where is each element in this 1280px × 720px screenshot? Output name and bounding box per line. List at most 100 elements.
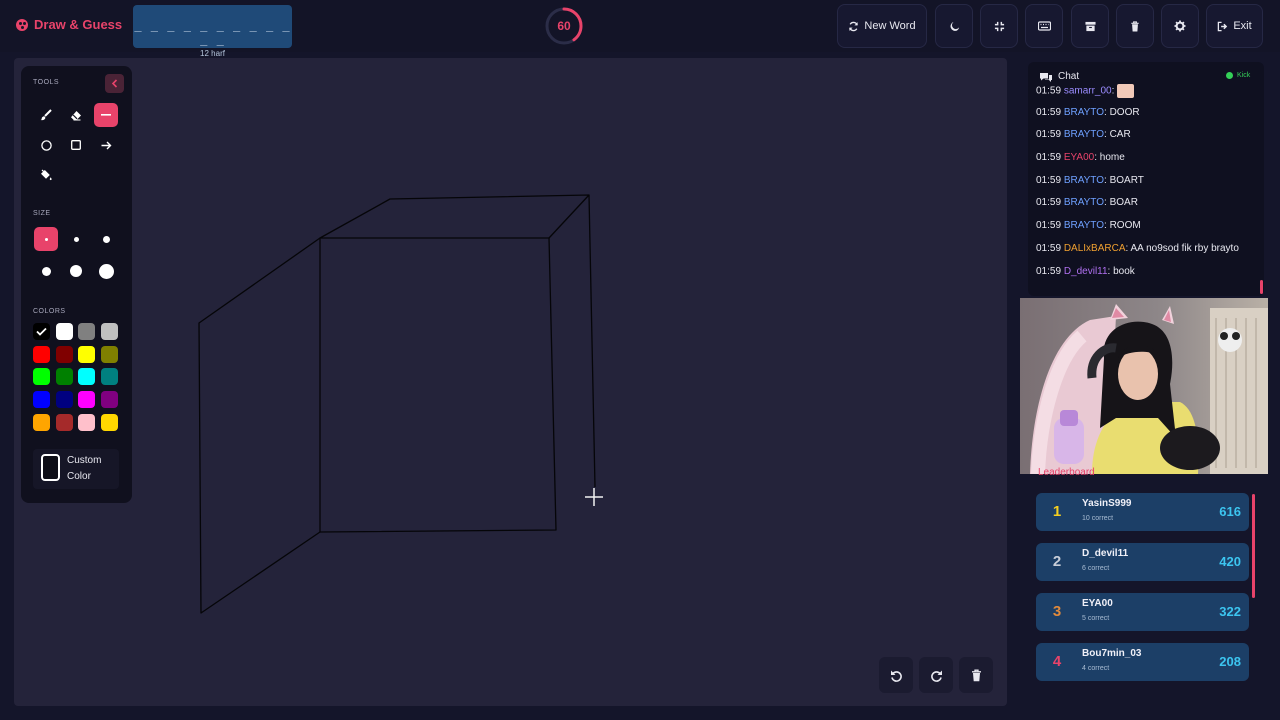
word-display: _ _ _ _ _ _ _ _ _ _ _ _ 12 harf xyxy=(133,5,292,58)
line-tool[interactable] xyxy=(94,103,118,127)
clear-all-button[interactable] xyxy=(1116,4,1154,48)
player-name: EYA00 xyxy=(1082,598,1113,609)
webcam-overlay xyxy=(1020,298,1268,474)
message-time: 01:59 xyxy=(1036,174,1062,186)
message-user[interactable]: BRAYTO xyxy=(1064,107,1104,118)
compress-icon xyxy=(994,21,1004,31)
settings-button[interactable] xyxy=(1161,4,1199,48)
archive-button[interactable] xyxy=(1071,4,1109,48)
custom-color-preview xyxy=(41,454,60,481)
chevron-left-icon xyxy=(111,79,118,88)
undo-button[interactable] xyxy=(879,657,913,693)
message-time: 01:59 xyxy=(1036,129,1062,141)
message-user[interactable]: BRAYTO xyxy=(1064,220,1104,231)
circle-icon xyxy=(40,139,52,151)
clear-canvas-button[interactable] xyxy=(959,657,993,693)
color-swatch[interactable] xyxy=(33,323,50,340)
custom-color-button[interactable]: Custom Color xyxy=(33,449,119,489)
timer-seconds: 60 xyxy=(557,19,571,33)
size-option-5[interactable] xyxy=(64,259,88,283)
chat-scrollbar[interactable] xyxy=(1260,280,1263,294)
chat-message: 01:59 EYA00: home xyxy=(1036,152,1258,175)
refresh-icon xyxy=(849,21,859,31)
message-user[interactable]: BRAYTO xyxy=(1064,197,1104,208)
color-swatch[interactable] xyxy=(55,323,73,340)
chat-message: 01:59 BRAYTO: BOAR xyxy=(1036,197,1258,220)
trash-icon xyxy=(1131,20,1139,32)
message-time: 01:59 xyxy=(1036,106,1062,118)
chat-message: 01:59 DALIxBARCA: AA no9sod fik rby bray… xyxy=(1036,243,1258,266)
message-user[interactable]: D_devil11 xyxy=(1064,266,1108,277)
leaderboard-scrollbar[interactable] xyxy=(1252,494,1255,598)
color-swatch[interactable] xyxy=(101,323,119,340)
message-text: : book xyxy=(1107,265,1135,277)
size-option-2[interactable] xyxy=(64,227,88,251)
line-icon xyxy=(101,114,111,116)
color-swatch[interactable] xyxy=(33,368,50,386)
color-swatch[interactable] xyxy=(33,391,50,409)
redo-icon xyxy=(930,670,942,682)
kick-label: Kick xyxy=(1237,72,1251,79)
rectangle-tool[interactable] xyxy=(64,133,88,157)
color-swatch[interactable] xyxy=(78,413,96,431)
color-swatch[interactable] xyxy=(78,345,96,363)
circle-tool[interactable] xyxy=(34,133,58,157)
player-score: 616 xyxy=(1219,504,1241,519)
message-user[interactable]: BRAYTO xyxy=(1064,175,1104,186)
color-swatch[interactable] xyxy=(78,323,96,340)
color-swatch[interactable] xyxy=(101,413,119,431)
leaderboard-title: Leaderboard xyxy=(1038,467,1095,478)
player-name: YasinS999 xyxy=(1082,498,1132,509)
color-swatch[interactable] xyxy=(55,391,73,409)
eraser-icon xyxy=(71,110,81,120)
redo-button[interactable] xyxy=(919,657,953,693)
colors-title: COLORS xyxy=(33,308,66,315)
eraser-tool[interactable] xyxy=(64,103,88,127)
size-option-4[interactable] xyxy=(34,259,58,283)
exit-button[interactable]: Exit xyxy=(1206,4,1263,48)
size-option-6[interactable] xyxy=(94,259,118,283)
color-swatch[interactable] xyxy=(55,368,73,386)
player-score: 208 xyxy=(1219,654,1241,669)
correct-count: 10 correct xyxy=(1082,515,1114,522)
message-text: : DOOR xyxy=(1104,106,1140,118)
theme-toggle-button[interactable] xyxy=(935,4,973,48)
message-user[interactable]: DALIxBARCA xyxy=(1064,243,1126,254)
message-user[interactable]: BRAYTO xyxy=(1064,129,1104,140)
message-user[interactable]: samarr_00 xyxy=(1064,86,1112,97)
keyboard-button[interactable] xyxy=(1025,4,1063,48)
fullscreen-button[interactable] xyxy=(980,4,1018,48)
paintbrush-icon xyxy=(40,109,52,121)
message-text: : AA no9sod fik rby brayto xyxy=(1125,242,1239,254)
color-swatch[interactable] xyxy=(55,345,73,363)
fill-tool[interactable] xyxy=(34,163,58,187)
color-swatch[interactable] xyxy=(101,391,119,409)
comments-icon xyxy=(1040,73,1052,82)
color-swatch[interactable] xyxy=(33,413,50,431)
color-swatch[interactable] xyxy=(55,413,73,431)
leaderboard-row: 4 Bou7min_03 4 correct 208 xyxy=(1036,643,1249,681)
new-word-button[interactable]: New Word xyxy=(837,4,927,48)
color-swatch[interactable] xyxy=(33,345,50,363)
drawing-canvas[interactable] xyxy=(14,58,1007,706)
color-swatch[interactable] xyxy=(78,391,96,409)
new-word-label: New Word xyxy=(864,20,916,32)
message-time: 01:59 xyxy=(1036,85,1062,97)
chat-message: 01:59 BRAYTO: DOOR xyxy=(1036,107,1258,130)
message-text: : home xyxy=(1094,152,1125,164)
color-swatch[interactable] xyxy=(101,345,119,363)
masked-word: _ _ _ _ _ _ _ _ _ _ _ _ xyxy=(134,18,291,46)
size-option-1[interactable] xyxy=(34,227,58,251)
arrow-tool[interactable] xyxy=(94,133,118,157)
check-icon xyxy=(36,327,47,336)
message-user[interactable]: EYA00 xyxy=(1064,152,1094,163)
correct-count: 5 correct xyxy=(1082,615,1110,622)
color-swatch[interactable] xyxy=(78,368,96,386)
size-option-3[interactable] xyxy=(94,227,118,251)
rank-number: 4 xyxy=(1052,653,1062,670)
word-hint: 12 harf xyxy=(200,49,225,58)
brush-tool[interactable] xyxy=(34,103,58,127)
color-swatch[interactable] xyxy=(101,368,119,386)
collapse-panel-button[interactable] xyxy=(105,74,124,93)
player-score: 420 xyxy=(1219,554,1241,569)
